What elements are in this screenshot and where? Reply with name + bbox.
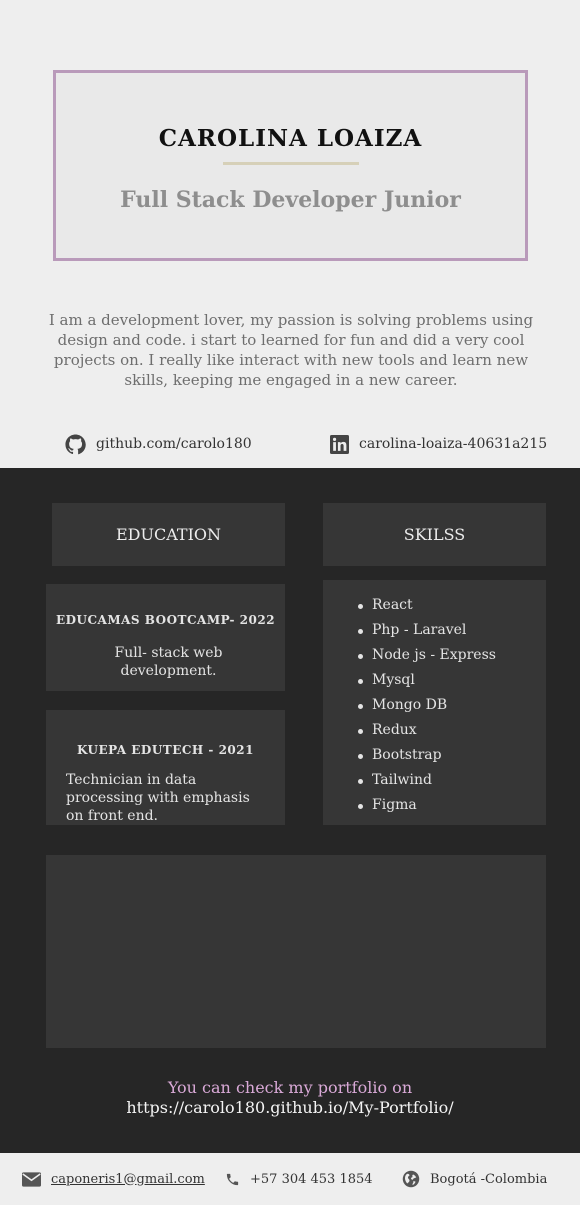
linkedin-icon xyxy=(330,434,349,454)
skill-item: Tailwind xyxy=(358,768,546,793)
bio-paragraph: I am a development lover, my passion is … xyxy=(48,311,534,389)
github-icon xyxy=(65,433,86,454)
media-placeholder xyxy=(46,855,546,1048)
job-title: Full Stack Developer Junior xyxy=(120,187,461,213)
skill-item: Php - Laravel xyxy=(358,618,546,643)
skill-item: Mongo DB xyxy=(358,693,546,718)
skills-list: React Php - Laravel Node js - Express My… xyxy=(323,580,546,818)
resume-body-section: EDUCATION SKILSS EDUCAMAS BOOTCAMP- 2022… xyxy=(0,468,580,1153)
profile-header-section: CAROLINA LOAIZA Full Stack Developer Jun… xyxy=(0,0,580,468)
envelope-icon xyxy=(22,1171,41,1187)
portfolio-intro: You can check my portfolio on xyxy=(167,1078,413,1097)
skills-card: React Php - Laravel Node js - Express My… xyxy=(323,580,546,825)
skill-item: Bootstrap xyxy=(358,743,546,768)
education-description: Full- stack web development. xyxy=(114,645,223,679)
phone-text: +57 304 453 1854 xyxy=(250,1171,373,1187)
name-divider xyxy=(223,162,359,165)
skill-item: Figma xyxy=(358,793,546,818)
skill-item: React xyxy=(358,593,546,618)
phone-number: +57 304 453 1854 xyxy=(225,1167,373,1191)
education-description: Technician in data processing with empha… xyxy=(66,772,250,824)
github-username: github.com/carolo180 xyxy=(96,436,252,452)
phone-icon xyxy=(226,1173,239,1185)
contact-footer: caponeris1@gmail.com +57 304 453 1854 Bo… xyxy=(0,1153,580,1205)
globe-icon xyxy=(402,1170,420,1188)
skill-item: Redux xyxy=(358,718,546,743)
location: Bogotá -Colombia xyxy=(402,1167,547,1191)
skill-item: Mysql xyxy=(358,668,546,693)
education-title: KUEPA EDUTECH - 2021 xyxy=(77,743,254,757)
linkedin-link[interactable]: carolina-loaiza-40631a215 xyxy=(330,431,547,457)
skill-item: Node js - Express xyxy=(358,643,546,668)
location-text: Bogotá -Colombia xyxy=(430,1171,548,1187)
education-card: EDUCAMAS BOOTCAMP- 2022 Full- stack web … xyxy=(46,584,285,691)
linkedin-username: carolina-loaiza-40631a215 xyxy=(359,436,548,452)
education-title: EDUCAMAS BOOTCAMP- 2022 xyxy=(55,613,276,627)
github-link[interactable]: github.com/carolo180 xyxy=(65,431,252,457)
person-name: CAROLINA LOAIZA xyxy=(158,125,423,152)
email-link[interactable]: caponeris1@gmail.com xyxy=(22,1167,205,1191)
portfolio-link[interactable]: https://carolo180.github.io/My-Portfolio… xyxy=(0,1098,580,1117)
education-heading: EDUCATION xyxy=(52,503,285,566)
skills-heading: SKILSS xyxy=(323,503,546,566)
name-frame: CAROLINA LOAIZA Full Stack Developer Jun… xyxy=(53,70,528,261)
email-address: caponeris1@gmail.com xyxy=(51,1171,205,1187)
education-card: KUEPA EDUTECH - 2021 Technician in data … xyxy=(46,710,285,825)
